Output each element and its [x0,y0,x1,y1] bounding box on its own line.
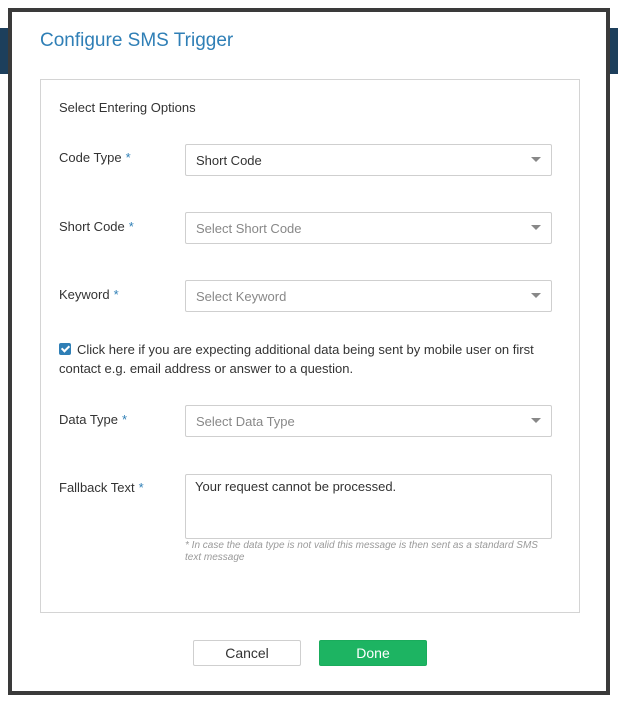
section-heading: Select Entering Options [59,100,196,115]
data-type-placeholder: Select Data Type [196,413,295,429]
caret-down-icon [531,293,541,298]
short-code-select[interactable]: Select Short Code [185,212,552,244]
code-type-select[interactable]: Short Code [185,144,552,176]
configure-sms-trigger-modal: Configure SMS Trigger Select Entering Op… [8,8,610,695]
caret-down-icon [531,157,541,162]
entering-options-panel: Select Entering Options Code Type * Short… [40,79,580,613]
cancel-button[interactable]: Cancel [193,640,301,666]
required-marker: * [125,150,131,165]
keyword-label: Keyword * [59,287,119,302]
fallback-text-hint: * In case the data type is not valid thi… [185,540,538,563]
caret-down-icon [531,418,541,423]
data-type-label: Data Type * [59,412,128,427]
short-code-label: Short Code * [59,219,134,234]
done-button[interactable]: Done [319,640,427,666]
fallback-text-label: Fallback Text * [59,480,144,495]
keyword-placeholder: Select Keyword [196,288,287,304]
required-marker: * [138,480,144,495]
additional-data-text: Click here if you are expecting addition… [59,342,534,376]
fallback-text-textarea[interactable]: Your request cannot be processed. [185,474,552,539]
modal-title: Configure SMS Trigger [40,30,234,51]
additional-data-option: Click here if you are expecting addition… [59,340,564,378]
data-type-select[interactable]: Select Data Type [185,405,552,437]
code-type-value: Short Code [196,152,262,168]
code-type-label: Code Type * [59,150,131,165]
short-code-placeholder: Select Short Code [196,220,302,236]
caret-down-icon [531,225,541,230]
required-marker: * [113,287,119,302]
additional-data-checkbox[interactable] [59,343,71,355]
required-marker: * [122,412,128,427]
keyword-select[interactable]: Select Keyword [185,280,552,312]
required-marker: * [128,219,134,234]
